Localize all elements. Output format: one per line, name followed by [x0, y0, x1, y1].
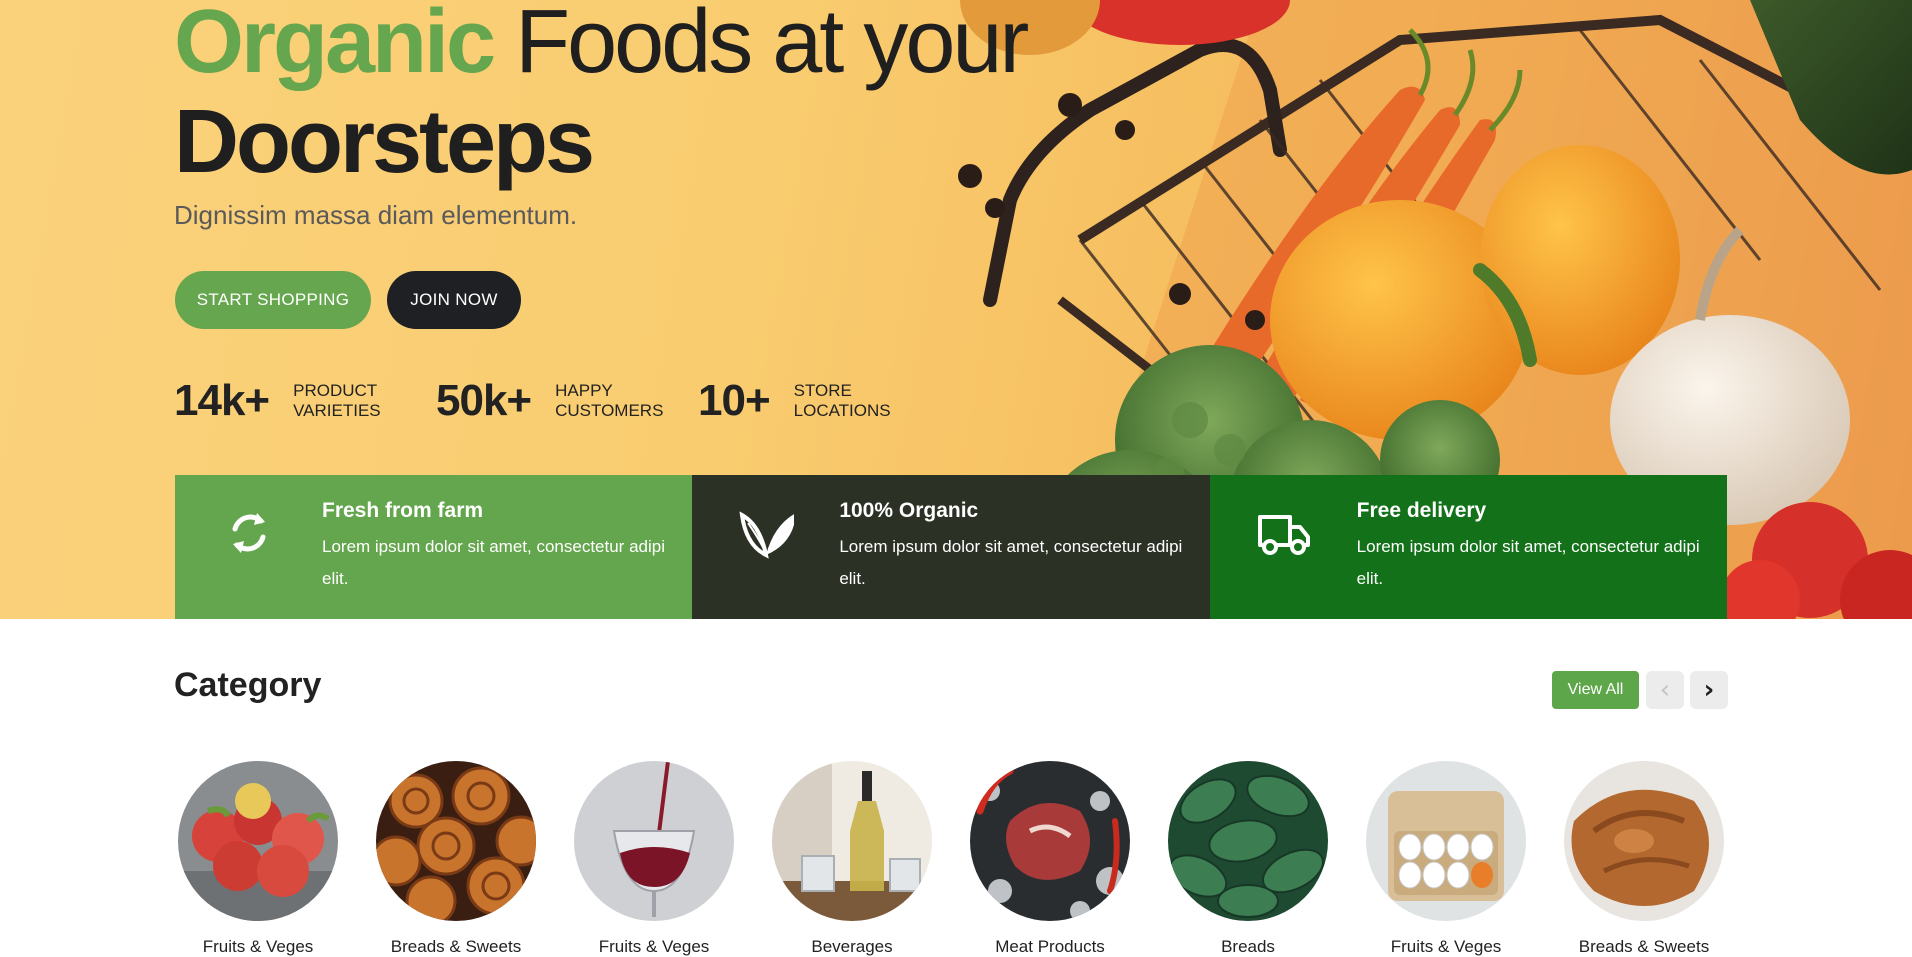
stat-label: PRODUCT VARIETIES	[293, 381, 423, 421]
feature-title: 100% Organic	[839, 499, 979, 522]
stat-label-line1: PRODUCT	[293, 381, 378, 400]
category-label: Beverages	[811, 937, 893, 956]
stat-label-line1: HAPPY	[555, 381, 613, 400]
category-item[interactable]: Meat Products	[951, 761, 1149, 957]
category-item[interactable]: Fruits & Veges	[555, 761, 753, 957]
roast-chicken-image	[1564, 761, 1724, 921]
category-label: Fruits & Veges	[1390, 937, 1502, 956]
category-item[interactable]: Breads	[1149, 761, 1347, 957]
hero-title-highlight: Organic	[174, 0, 496, 92]
category-label: Breads	[1221, 937, 1275, 956]
category-label: Fruits & Veges	[598, 937, 710, 956]
stat-label: HAPPY CUSTOMERS	[555, 381, 685, 421]
hero-title-rest: Foods at your	[515, 0, 1029, 92]
feature-title: Fresh from farm	[322, 499, 484, 522]
feature-text: Lorem ipsum dolor sit amet, consectetur …	[1356, 537, 1700, 588]
features-strip: Fresh from farm Lorem ipsum dolor sit am…	[175, 475, 1727, 619]
carousel-prev-button[interactable]: ‹	[1646, 671, 1684, 709]
feature-free-delivery: Free delivery Lorem ipsum dolor sit amet…	[1209, 475, 1727, 619]
hero-title: Organic Foods at your Doorsteps	[174, 0, 1029, 192]
stat-label-line2: CUSTOMERS	[555, 401, 664, 420]
feature-organic: 100% Organic Lorem ipsum dolor sit amet,…	[692, 475, 1210, 619]
truck-icon	[1257, 515, 1310, 555]
stat-store-locations: 10+ STORE LOCATIONS	[698, 376, 924, 426]
category-item[interactable]: Breads & Sweets	[357, 761, 555, 957]
eggs-image	[1366, 761, 1526, 921]
category-label: Breads & Sweets	[1578, 937, 1710, 956]
feature-text: Lorem ipsum dolor sit amet, consectetur …	[322, 537, 665, 588]
category-item[interactable]: Breads & Sweets	[1545, 761, 1743, 957]
stat-label-line2: LOCATIONS	[793, 401, 891, 420]
hero-title-bold: Doorsteps	[174, 92, 595, 192]
join-now-button[interactable]: JOIN NOW	[387, 271, 521, 329]
feature-fresh-from-farm: Fresh from farm Lorem ipsum dolor sit am…	[175, 475, 693, 619]
category-label: Breads & Sweets	[390, 937, 522, 956]
hero-subtitle: Dignissim massa diam elementum.	[174, 200, 578, 230]
stat-happy-customers: 50k+ HAPPY CUSTOMERS	[436, 376, 685, 426]
category-item[interactable]: Fruits & Veges	[1347, 761, 1545, 957]
category-item[interactable]: Fruits & Veges	[159, 761, 357, 957]
leaf-icon	[739, 511, 795, 559]
stat-label: STORE LOCATIONS	[794, 381, 924, 421]
stat-number: 50k+	[436, 376, 532, 425]
steak-image	[970, 761, 1130, 921]
hero-banner: Organic Foods at your Doorsteps Dignissi…	[0, 0, 1912, 619]
category-heading: Category	[174, 666, 322, 704]
mint-leaves-image	[1168, 761, 1328, 921]
wine-glass-image	[574, 761, 734, 921]
oil-bottle-image	[772, 761, 932, 921]
stat-label-line1: STORE	[793, 381, 852, 400]
category-label: Meat Products	[995, 937, 1105, 956]
category-item[interactable]: Beverages	[753, 761, 951, 957]
carousel-next-button[interactable]: ›	[1690, 671, 1728, 709]
cinnamon-rolls-image	[376, 761, 536, 921]
stat-number: 10+	[698, 376, 771, 425]
apples-image	[178, 761, 338, 921]
stat-number: 14k+	[174, 376, 270, 425]
feature-title: Free delivery	[1356, 499, 1487, 522]
stat-label-line2: VARIETIES	[293, 401, 381, 420]
stat-product-varieties: 14k+ PRODUCT VARIETIES	[174, 376, 423, 426]
refresh-icon	[232, 513, 266, 553]
category-label: Fruits & Veges	[202, 937, 314, 956]
view-all-button[interactable]: View All	[1552, 671, 1639, 709]
feature-text: Lorem ipsum dolor sit amet, consectetur …	[839, 537, 1183, 588]
start-shopping-button[interactable]: START SHOPPING	[175, 271, 371, 329]
